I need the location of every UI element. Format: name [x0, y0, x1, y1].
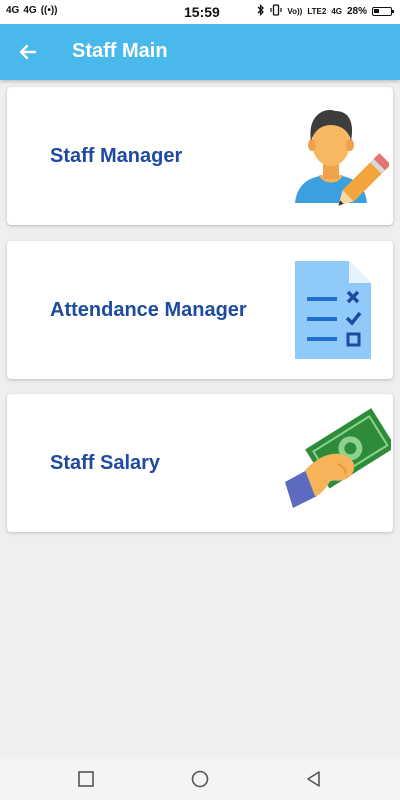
- staff-edit-icon: [289, 105, 391, 222]
- bluetooth-icon: [257, 3, 265, 19]
- attendance-manager-label: Attendance Manager: [50, 299, 247, 321]
- battery-percent: 28%: [346, 6, 367, 17]
- status-left-indicators: 4G 4G ((•)): [6, 5, 58, 16]
- salary-money-icon: [275, 408, 396, 519]
- staff-manager-label: Staff Manager: [50, 145, 183, 167]
- volte-indicator: Vo)): [287, 7, 303, 16]
- signal-4g-2: 4G: [23, 5, 37, 16]
- vibrate-icon: [270, 4, 282, 19]
- status-right-indicators: Vo)) LTE2 4G 28%: [257, 3, 394, 19]
- lte2-indicator: LTE2: [307, 7, 327, 16]
- navigation-bar: [0, 757, 400, 800]
- recent-apps-icon[interactable]: [76, 769, 96, 789]
- staff-salary-card[interactable]: Staff Salary: [7, 394, 396, 532]
- hotspot-indicator: ((•)): [40, 5, 58, 16]
- signal-4g-1: 4G: [6, 5, 20, 16]
- home-icon[interactable]: [190, 769, 210, 789]
- app-bar: Staff Main: [0, 24, 400, 80]
- page-title: Staff Main: [72, 40, 168, 62]
- battery-icon: [372, 7, 394, 16]
- attendance-manager-card[interactable]: Attendance Manager: [7, 241, 393, 379]
- attendance-checklist-icon: [293, 259, 373, 366]
- status-time: 15:59: [184, 4, 220, 20]
- back-icon[interactable]: [304, 769, 324, 789]
- arrow-left-icon[interactable]: [14, 38, 42, 66]
- signal-4g-right: 4G: [331, 7, 342, 16]
- status-bar: 4G 4G ((•)) 15:59 Vo)) LTE2 4G 28%: [0, 0, 400, 24]
- staff-manager-card[interactable]: Staff Manager: [7, 87, 393, 225]
- staff-salary-label: Staff Salary: [50, 452, 161, 474]
